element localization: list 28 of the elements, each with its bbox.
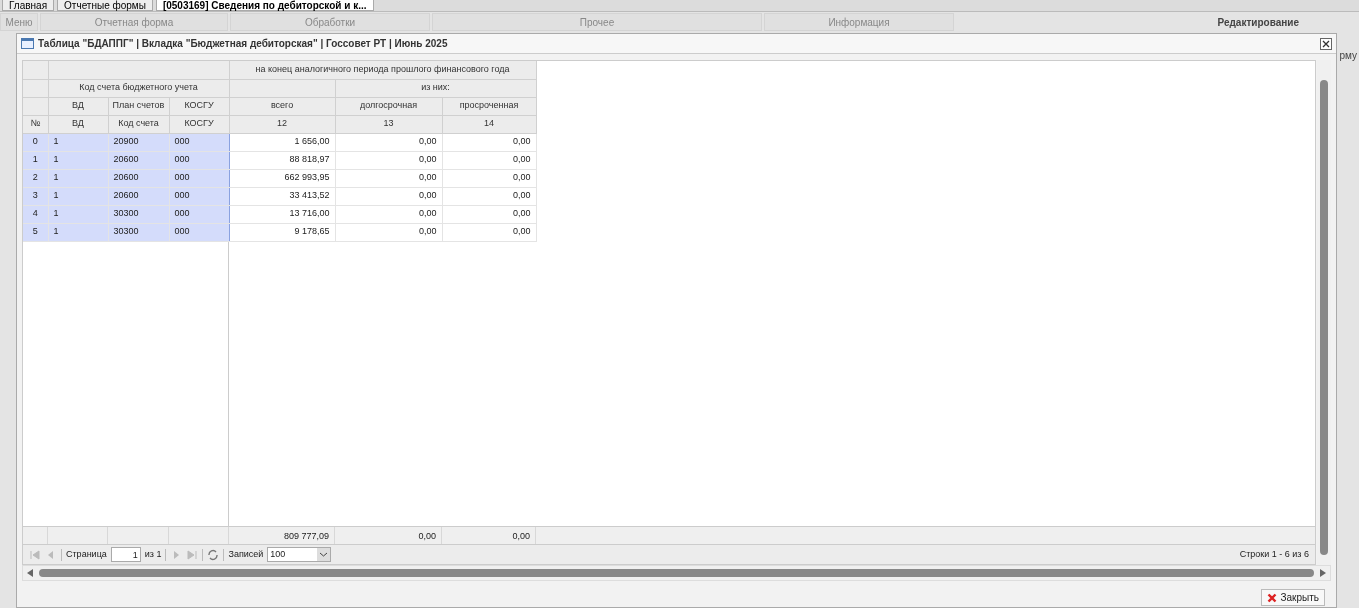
ribbon-group-header: Обработки: [230, 13, 430, 31]
records-label: Записей: [228, 547, 264, 561]
close-button[interactable]: Закрыть: [1261, 589, 1325, 606]
column-group-header: на конец аналогичного периода прошлого финансового года: [229, 61, 536, 79]
app-tab[interactable]: Главная: [2, 0, 55, 11]
records-dropdown[interactable]: 100: [267, 547, 332, 562]
ribbon-text: рму: [1339, 49, 1357, 63]
ribbon-group-header: Информация: [764, 13, 954, 31]
page-count-label: из 1: [144, 547, 162, 561]
refresh-icon[interactable]: [207, 548, 220, 561]
app-tab[interactable]: Отчетные формы: [57, 0, 153, 11]
scroll-left-icon[interactable]: [27, 569, 33, 577]
scroll-right-icon[interactable]: [1320, 569, 1326, 577]
ribbon-label: Редактирование: [1217, 15, 1299, 30]
close-icon[interactable]: [1320, 37, 1332, 50]
rows-summary: Строки 1 - 6 из 6: [1239, 547, 1309, 561]
dialog-title: Таблица "БДАППГ" | Вкладка "Бюджетная дебиторская" | Госсовет РТ | Июнь 2025: [38, 37, 448, 51]
app-tab[interactable]: [0503169] Сведения по дебиторской и к...: [155, 0, 374, 11]
table-icon: [21, 38, 34, 49]
ribbon-group-header: Прочее: [432, 13, 762, 31]
page-field[interactable]: 1: [110, 547, 141, 562]
page-label: Страница: [66, 547, 107, 561]
ribbon-group-header: Меню: [0, 13, 38, 31]
caret-icon: [317, 548, 331, 561]
ribbon-group-header: Отчетная форма: [40, 13, 228, 31]
last-page-icon[interactable]: [186, 548, 199, 561]
cross-icon: [1267, 592, 1278, 603]
first-page-icon[interactable]: [29, 548, 41, 561]
